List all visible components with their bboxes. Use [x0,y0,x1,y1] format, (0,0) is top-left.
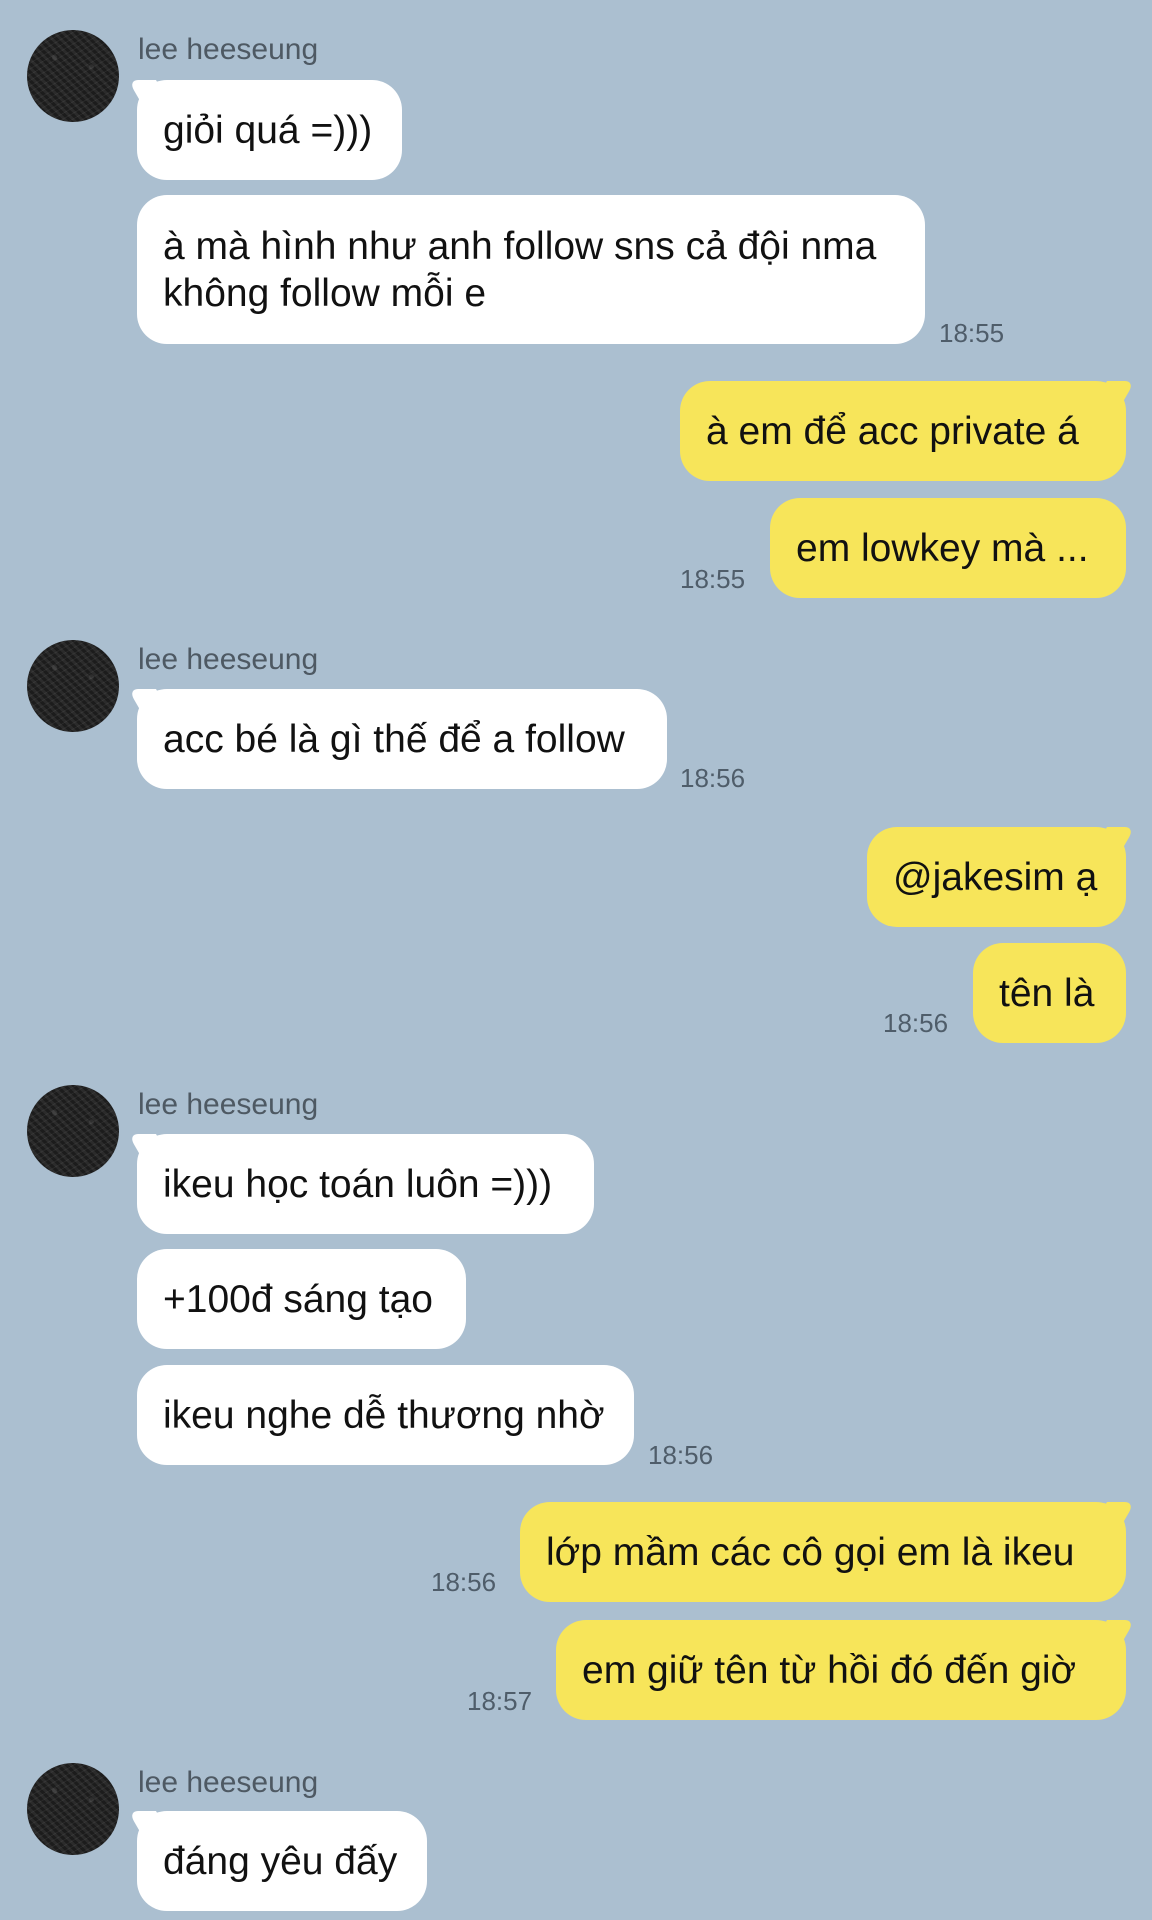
message-timestamp: 18:56 [648,1440,714,1470]
message-bubble-outgoing[interactable]: tên là [973,943,1126,1043]
chat-area[interactable]: lee heeseung giỏi quá =))) à mà hình như… [0,0,1152,1920]
message-bubble-outgoing[interactable]: à em để acc private á [680,381,1126,481]
contact-avatar[interactable] [27,30,119,122]
message-bubble-incoming[interactable]: à mà hình như anh follow sns cả đội nma … [137,195,925,344]
message-bubble-outgoing[interactable]: @jakesim ạ [867,827,1126,927]
contact-avatar[interactable] [27,1085,119,1177]
message-bubble-incoming[interactable]: đáng yêu đấy [137,1811,427,1911]
message-bubble-incoming[interactable]: giỏi quá =))) [137,80,402,180]
sender-name: lee heeseung [138,643,319,676]
message-bubble-outgoing[interactable]: lớp mầm các cô gọi em là ikeu [520,1502,1126,1602]
message-bubble-incoming[interactable]: ikeu học toán luôn =))) [137,1134,594,1234]
message-timestamp: 18:57 [467,1686,533,1716]
sender-name: lee heeseung [138,1088,319,1121]
sender-name: lee heeseung [138,33,319,66]
contact-avatar[interactable] [27,1763,119,1855]
message-bubble-outgoing[interactable]: em lowkey mà ... [770,498,1126,598]
message-bubble-incoming[interactable]: acc bé là gì thế để a follow [137,689,667,789]
message-timestamp: 18:55 [680,564,746,594]
message-bubble-outgoing[interactable]: em giữ tên từ hồi đó đến giờ [556,1620,1126,1720]
message-bubble-incoming[interactable]: +100đ sáng tạo [137,1249,466,1349]
message-bubble-incoming[interactable]: ikeu nghe dễ thương nhờ [137,1365,634,1465]
contact-avatar[interactable] [27,640,119,732]
message-timestamp: 18:56 [431,1567,497,1597]
message-timestamp: 18:56 [883,1008,949,1038]
message-timestamp: 18:55 [939,318,1005,348]
message-timestamp: 18:56 [680,763,746,793]
sender-name: lee heeseung [138,1766,319,1799]
